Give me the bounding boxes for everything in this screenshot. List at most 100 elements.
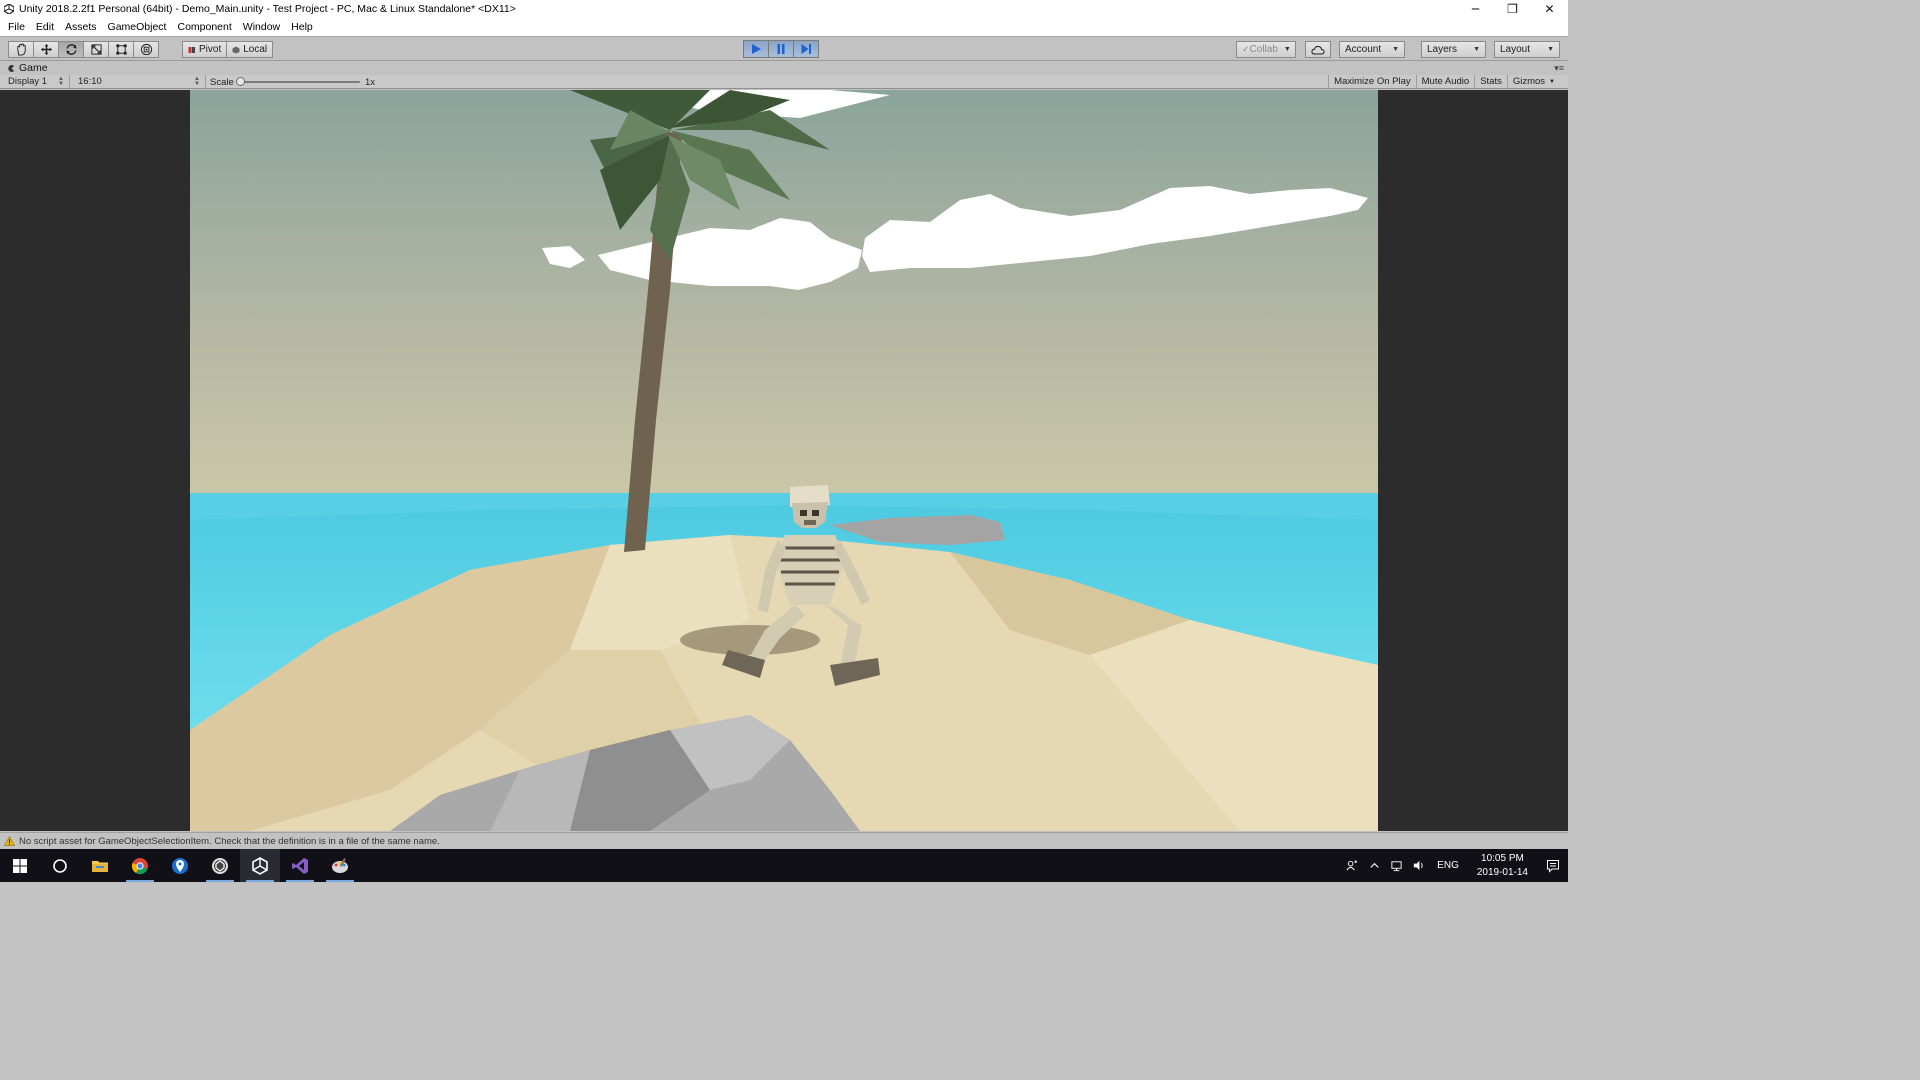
menu-edit[interactable]: Edit [32,21,58,33]
layout-label: Layout [1500,44,1531,55]
collab-check-icon: ✓ [1242,44,1250,54]
menu-component[interactable]: Component [173,21,235,33]
tab-game[interactable]: Game [0,61,48,75]
tab-game-label: Game [19,62,48,74]
console-status-bar[interactable]: No script asset for GameObjectSelectionI… [0,832,1568,849]
playback-controls [743,40,819,58]
game-view-toggles: Maximize On Play Mute Audio Stats Gizmos… [1328,75,1560,88]
window-controls: ─ ❐ ✕ [1457,0,1568,18]
game-view-toolbar: Display 1 ▲ ▼ 16:10 ▲ ▼ Scale 1x Maximize … [0,75,1568,89]
unity-logo-icon [4,4,14,14]
menu-help[interactable]: Help [287,21,317,33]
window-title: Unity 2018.2.2f1 Personal (64bit) - Demo… [19,3,516,15]
taskbar-paint[interactable] [320,849,360,882]
hand-icon [16,43,26,56]
local-toggle[interactable]: Local [226,41,274,58]
taskbar-unity-hub[interactable] [200,849,240,882]
folder-icon [92,860,108,872]
layers-dropdown[interactable]: Layers ▼ [1421,41,1486,58]
gizmos-label: Gizmos [1512,76,1546,87]
tray-network-button[interactable] [1385,849,1407,882]
chevron-down-icon: ▼ [1473,46,1480,53]
tab-menu-icon[interactable]: ▾≡ [1554,63,1564,74]
pivot-toggle[interactable]: Pivot [182,41,228,58]
unity-hub-icon [212,857,228,874]
chevron-down-icon: ▼ [1549,78,1555,85]
transform-tool-button[interactable] [133,41,159,58]
layers-label: Layers [1427,44,1458,55]
tray-overflow-button[interactable] [1363,849,1385,882]
taskbar-visual-studio[interactable] [280,849,320,882]
cortana-circle-icon [53,858,67,873]
title-bar: Unity 2018.2.2f1 Personal (64bit) - Demo… [0,0,1568,18]
close-button[interactable]: ✕ [1531,0,1568,18]
step-button[interactable] [793,40,819,58]
taskbar-maps[interactable] [160,849,200,882]
tray-volume-button[interactable] [1407,849,1429,882]
rotate-tool-button[interactable] [58,41,84,58]
chevron-up-icon [1370,862,1379,868]
action-center-button[interactable] [1538,849,1568,882]
island-scene [190,90,1378,831]
account-dropdown[interactable]: Account ▼ [1339,41,1405,58]
visual-studio-icon [292,857,308,874]
start-button[interactable] [0,849,40,882]
chrome-icon [131,857,148,874]
cloud-button[interactable] [1305,41,1331,58]
menu-bar: File Edit Assets GameObject Component Wi… [0,18,1568,36]
menu-assets[interactable]: Assets [61,21,101,33]
clock-time: 10:05 PM [1481,852,1524,864]
cortana-button[interactable] [40,849,80,882]
collab-dropdown[interactable]: ✓ Collab ▼ [1236,41,1296,58]
menu-window[interactable]: Window [239,21,284,33]
map-pin-icon [172,857,188,874]
game-view-icon [8,64,15,72]
local-label: Local [243,44,268,55]
updown-arrows-icon: ▲ ▼ [58,75,64,87]
warning-icon [4,836,15,846]
transform-tools [8,41,159,58]
unity-editor-icon [252,856,268,875]
mute-audio-toggle[interactable]: Mute Audio [1415,75,1475,88]
aspect-dropdown[interactable]: 16:10 ▲ ▼ [70,75,206,88]
restore-button[interactable]: ❐ [1494,0,1531,18]
scale-value: 1x [365,77,376,88]
local-space-icon [232,46,240,53]
game-viewport[interactable] [0,90,1568,831]
play-button[interactable] [743,40,769,58]
scale-slider-track[interactable] [238,81,360,83]
maximize-on-play-toggle[interactable]: Maximize On Play [1328,75,1416,88]
layout-dropdown[interactable]: Layout ▼ [1494,41,1560,58]
taskbar-unity-editor[interactable] [240,849,280,882]
tray-people-button[interactable] [1341,849,1363,882]
rect-tool-button[interactable] [108,41,134,58]
display-dropdown[interactable]: Display 1 ▲ ▼ [0,75,70,88]
taskbar-file-explorer[interactable] [80,849,120,882]
skeleton-shadow [680,625,820,655]
updown-arrows-icon: ▲ ▼ [194,75,200,87]
minimize-button[interactable]: ─ [1457,0,1494,18]
display-value: Display 1 [8,76,48,87]
game-render [190,90,1378,831]
menu-gameobject[interactable]: GameObject [104,21,171,33]
menu-file[interactable]: File [4,21,29,33]
play-icon [752,44,761,54]
scale-icon [90,44,102,55]
move-tool-button[interactable] [33,41,59,58]
scale-tool-button[interactable] [83,41,109,58]
pause-button[interactable] [768,40,794,58]
console-message: No script asset for GameObjectSelectionI… [19,835,440,847]
hand-tool-button[interactable] [8,41,34,58]
pivot-icon [188,46,195,53]
notification-icon [1547,859,1559,873]
step-icon [801,44,811,54]
taskbar-chrome[interactable] [120,849,160,882]
scale-slider-thumb[interactable] [235,77,245,86]
clock[interactable]: 10:05 PM 2019-01-14 [1467,852,1538,880]
gizmos-dropdown[interactable]: Gizmos ▼ [1506,75,1560,88]
clock-date: 2019-01-14 [1476,866,1528,878]
language-indicator[interactable]: ENG [1429,860,1467,871]
stats-toggle[interactable]: Stats [1474,75,1507,88]
network-icon [1391,861,1402,872]
pivot-label: Pivot [199,44,222,55]
